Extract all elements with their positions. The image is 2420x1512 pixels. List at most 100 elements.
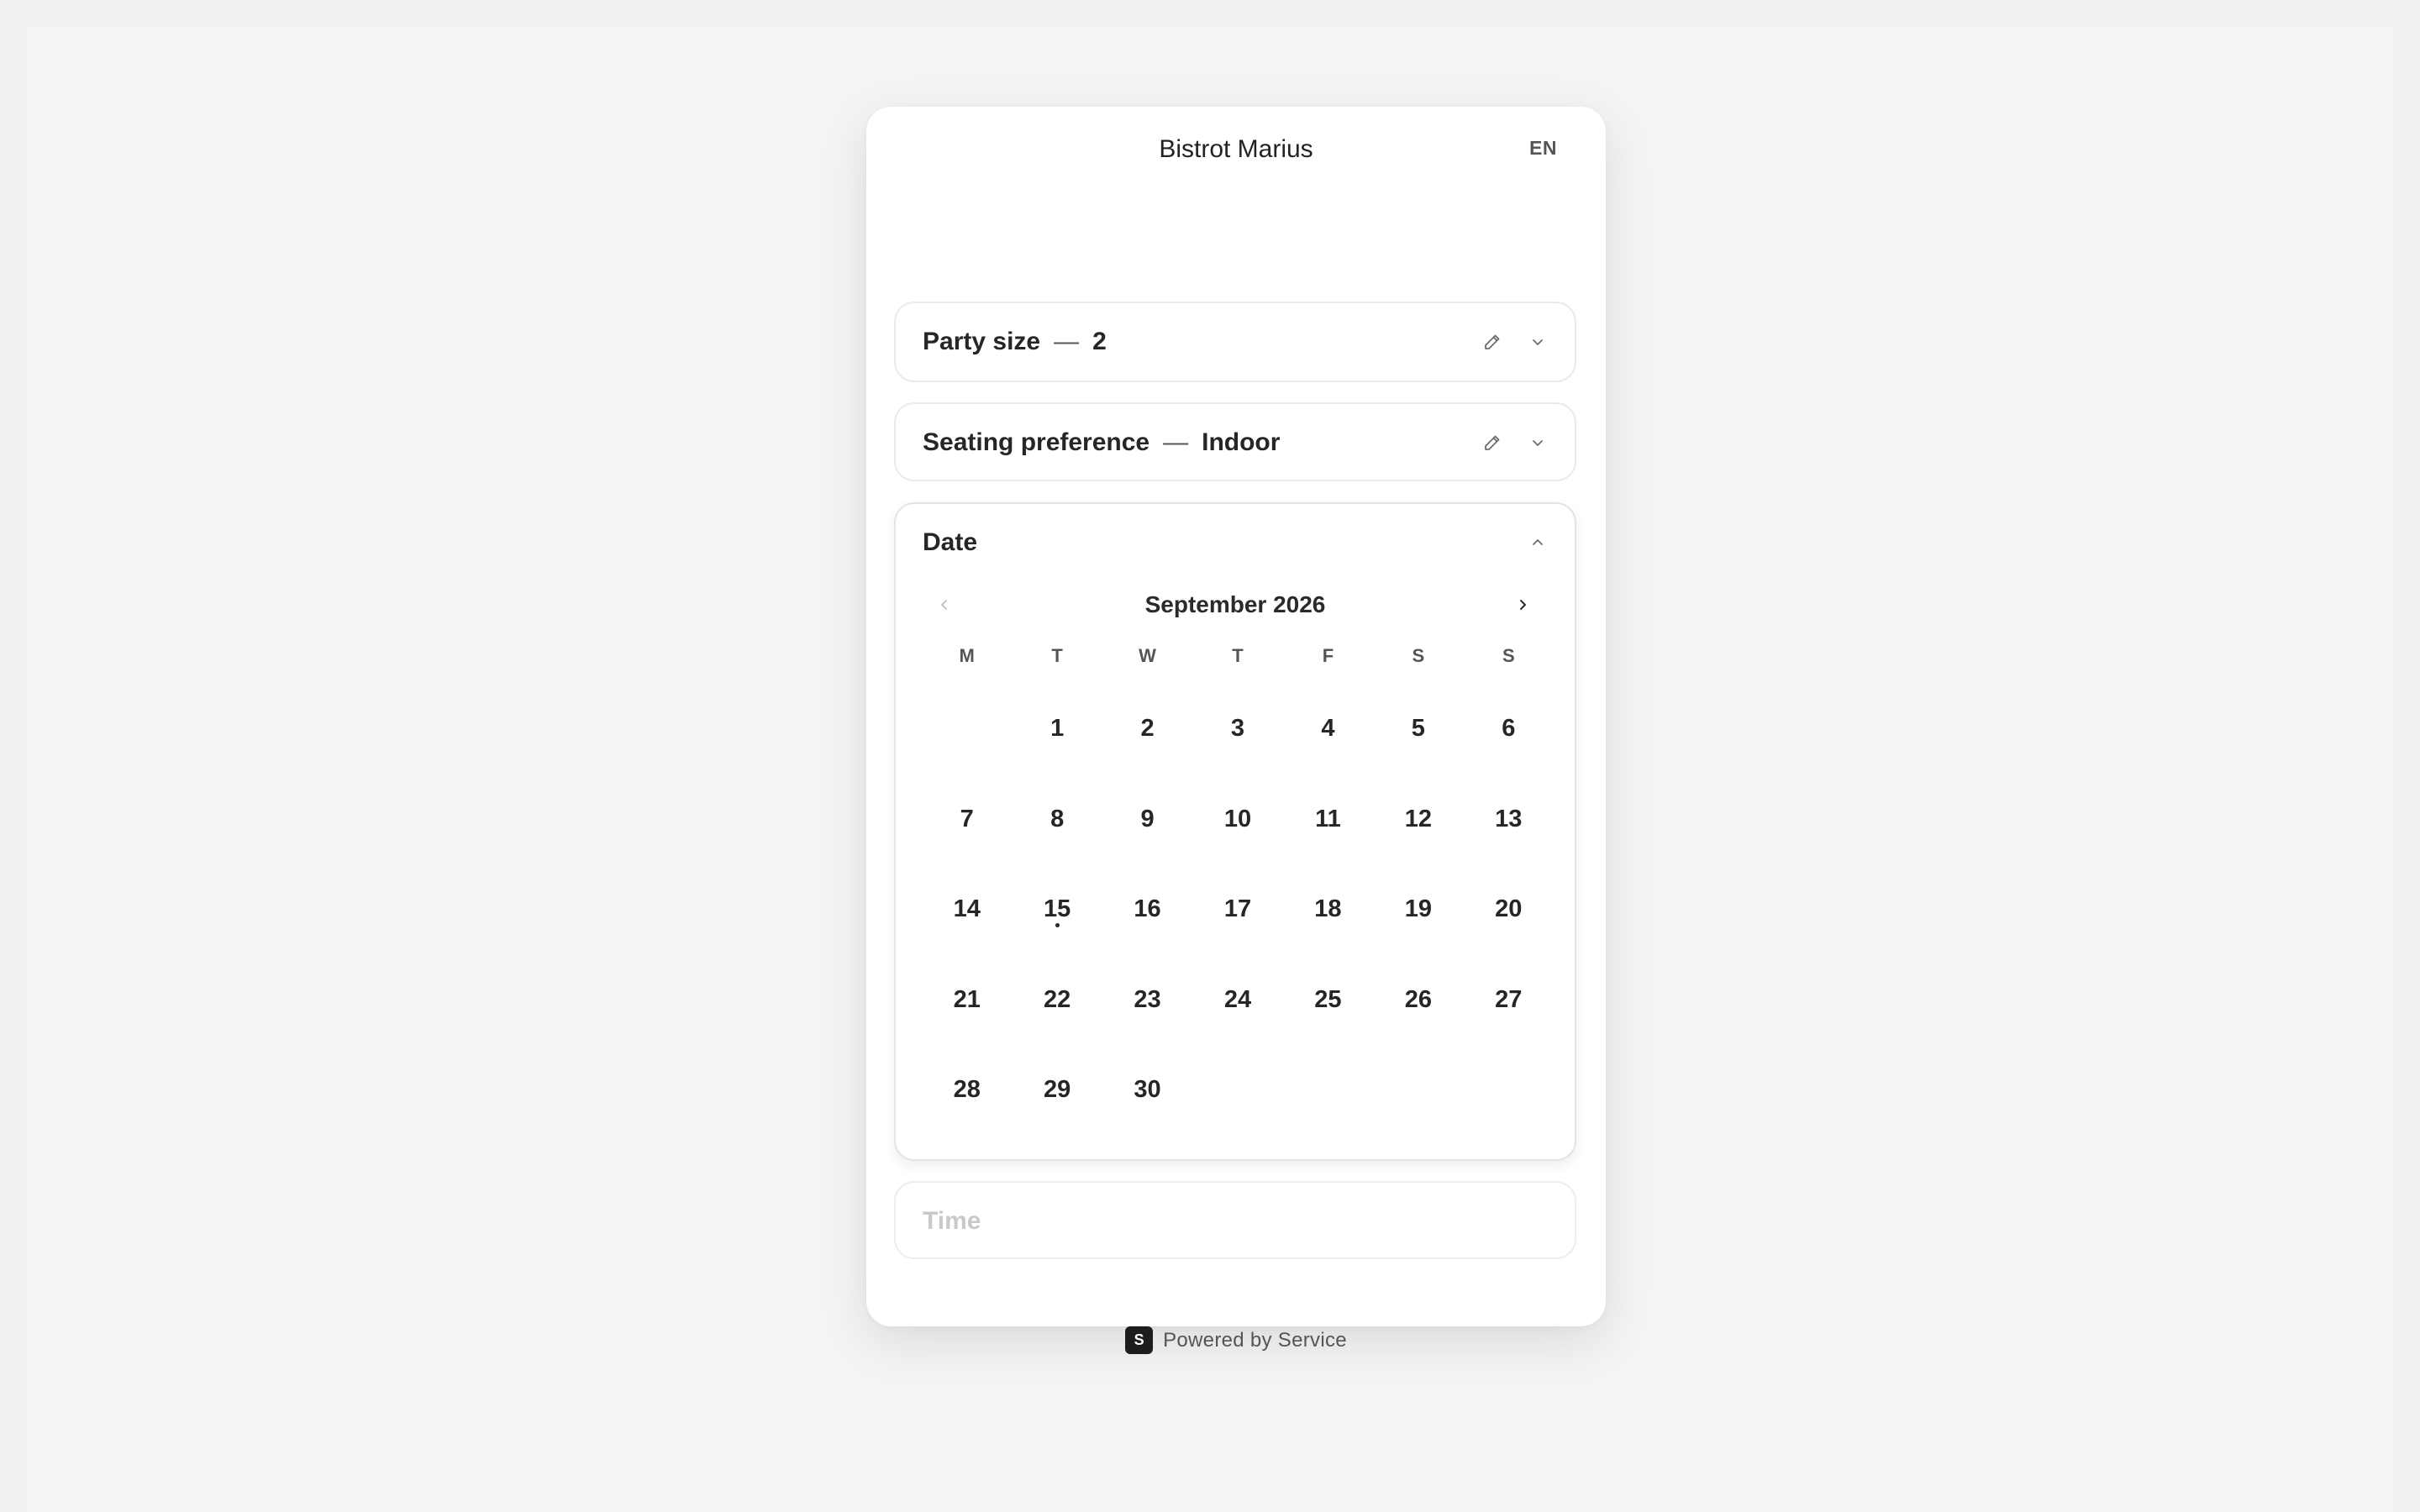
weekday-label: S bbox=[1502, 645, 1515, 666]
weekday-label: W bbox=[1139, 645, 1156, 666]
calendar-day[interactable]: 1 bbox=[1012, 684, 1102, 774]
time-section[interactable]: Time bbox=[894, 1181, 1576, 1259]
calendar-day[interactable]: 9 bbox=[1102, 774, 1192, 865]
calendar-day[interactable]: 21 bbox=[922, 955, 1012, 1046]
calendar-day-number: 30 bbox=[1134, 1076, 1161, 1104]
pencil-icon[interactable] bbox=[1482, 433, 1502, 453]
calendar-day[interactable]: 16 bbox=[1102, 864, 1192, 955]
calendar-day-number: 3 bbox=[1230, 715, 1245, 743]
calendar-day-number: 2 bbox=[1140, 715, 1155, 743]
today-indicator bbox=[1055, 923, 1060, 927]
calendar-day-number: 21 bbox=[953, 985, 981, 1013]
calendar-day[interactable]: 22 bbox=[1012, 955, 1102, 1046]
calendar-day[interactable]: 24 bbox=[1192, 955, 1282, 1046]
calendar-day-number: 11 bbox=[1315, 805, 1341, 832]
powered-by-footer[interactable]: S Powered by Service bbox=[866, 1326, 1606, 1354]
pencil-icon[interactable] bbox=[1482, 332, 1502, 352]
calendar-day-number: 10 bbox=[1223, 805, 1252, 832]
weekday-label: F bbox=[1322, 645, 1334, 666]
month-title: September 2026 bbox=[1144, 591, 1326, 617]
calendar-day-number: 14 bbox=[953, 895, 981, 923]
weekday-label: S bbox=[1412, 645, 1425, 666]
calendar-day-number: 16 bbox=[1134, 895, 1161, 923]
calendar-day[interactable]: 5 bbox=[1373, 684, 1463, 774]
calendar-day-number: 23 bbox=[1134, 985, 1161, 1013]
seating-preference-section[interactable]: Seating preference — Indoor bbox=[894, 402, 1576, 481]
calendar-day[interactable]: 2 bbox=[1102, 684, 1192, 774]
calendar-day[interactable]: 20 bbox=[1464, 864, 1554, 955]
service-logo: S bbox=[1125, 1326, 1154, 1354]
calendar-day-number: 24 bbox=[1223, 985, 1252, 1013]
calendar-day-number: 8 bbox=[1050, 805, 1065, 832]
calendar-day[interactable]: 8 bbox=[1012, 774, 1102, 865]
party-size-value: 2 bbox=[1092, 328, 1107, 355]
page-background: Bistrot Marius EN Party size — 2 Seating… bbox=[26, 26, 2394, 1512]
language-selector[interactable]: EN bbox=[1529, 137, 1557, 160]
powered-by-text: Powered by Service bbox=[1163, 1328, 1347, 1352]
calendar-grid: 1 2 3 4 5 6 7 8 9 10 11 12 13 14 15 16 17 18 19 20 21 22 23 24 2… bbox=[922, 684, 1554, 1136]
calendar-day[interactable]: 25 bbox=[1283, 955, 1373, 1046]
calendar-day-number: 18 bbox=[1314, 895, 1342, 923]
party-size-label: Party size bbox=[923, 328, 1041, 355]
chevron-up-icon[interactable] bbox=[1528, 533, 1548, 553]
seating-preference-separator: — bbox=[1163, 428, 1189, 456]
weekday-label: T bbox=[1232, 645, 1244, 666]
calendar-day[interactable]: 15 bbox=[1012, 864, 1102, 955]
calendar-day[interactable]: 29 bbox=[1012, 1045, 1102, 1136]
calendar-day[interactable]: 7 bbox=[922, 774, 1012, 865]
weekday-header: MTWTFSS bbox=[922, 645, 1554, 667]
calendar-day[interactable]: 6 bbox=[1464, 684, 1554, 774]
calendar-day-number: 9 bbox=[1140, 805, 1155, 832]
calendar-day[interactable]: 4 bbox=[1283, 684, 1373, 774]
chevron-left-icon[interactable] bbox=[933, 593, 956, 617]
calendar-day[interactable]: 10 bbox=[1192, 774, 1282, 865]
calendar-day-number: 17 bbox=[1223, 895, 1252, 923]
calendar-empty-cell bbox=[922, 684, 1012, 774]
calendar-day[interactable]: 14 bbox=[922, 864, 1012, 955]
calendar-day-number: 20 bbox=[1495, 895, 1523, 923]
calendar-day-number: 27 bbox=[1495, 985, 1523, 1013]
calendar-day[interactable]: 17 bbox=[1192, 864, 1282, 955]
calendar-day[interactable]: 12 bbox=[1373, 774, 1463, 865]
widget-header: Bistrot Marius EN bbox=[866, 107, 1606, 199]
calendar-day-number: 4 bbox=[1321, 715, 1335, 743]
calendar-day[interactable]: 3 bbox=[1192, 684, 1282, 774]
seating-preference-value: Indoor bbox=[1202, 428, 1281, 456]
weekday-label: T bbox=[1051, 645, 1063, 666]
party-size-separator: — bbox=[1054, 328, 1080, 355]
month-navigation: September 2026 bbox=[923, 586, 1548, 623]
calendar-day[interactable]: 27 bbox=[1464, 955, 1554, 1046]
calendar-day-number: 29 bbox=[1044, 1076, 1071, 1104]
calendar-day[interactable]: 30 bbox=[1102, 1045, 1192, 1136]
calendar-day-number: 26 bbox=[1404, 985, 1432, 1013]
booking-widget: Bistrot Marius EN Party size — 2 Seating… bbox=[866, 107, 1606, 1354]
calendar-day[interactable]: 28 bbox=[922, 1045, 1012, 1136]
chevron-down-icon[interactable] bbox=[1528, 332, 1548, 352]
calendar-day-number: 25 bbox=[1314, 985, 1342, 1013]
calendar-day-number: 15 bbox=[1044, 895, 1071, 923]
party-size-section[interactable]: Party size — 2 bbox=[894, 302, 1576, 382]
calendar-day[interactable]: 11 bbox=[1283, 774, 1373, 865]
chevron-right-icon[interactable] bbox=[1511, 593, 1534, 617]
calendar-day-number: 19 bbox=[1404, 895, 1432, 923]
calendar-day-number: 5 bbox=[1411, 715, 1425, 743]
weekday-label: M bbox=[959, 645, 975, 666]
chevron-down-icon[interactable] bbox=[1528, 433, 1548, 453]
date-label: Date bbox=[923, 528, 978, 556]
date-section: Date September 2026 M T W T F S S 1 2 3 … bbox=[894, 502, 1576, 1161]
calendar-day[interactable]: 13 bbox=[1464, 774, 1554, 865]
time-label: Time bbox=[923, 1207, 981, 1235]
seating-preference-label: Seating preference bbox=[923, 428, 1150, 456]
calendar-day-number: 13 bbox=[1495, 805, 1523, 832]
calendar-day[interactable]: 19 bbox=[1373, 864, 1463, 955]
restaurant-name: Bistrot Marius bbox=[1159, 135, 1313, 163]
calendar-day-number: 7 bbox=[960, 805, 974, 832]
calendar-day[interactable]: 18 bbox=[1283, 864, 1373, 955]
calendar-day[interactable]: 23 bbox=[1102, 955, 1192, 1046]
calendar-day-number: 12 bbox=[1404, 805, 1432, 832]
calendar-day-number: 1 bbox=[1050, 715, 1065, 743]
calendar-day[interactable]: 26 bbox=[1373, 955, 1463, 1046]
calendar-day-number: 22 bbox=[1044, 985, 1071, 1013]
calendar-day-number: 28 bbox=[953, 1076, 981, 1104]
calendar-day-number: 6 bbox=[1502, 715, 1516, 743]
